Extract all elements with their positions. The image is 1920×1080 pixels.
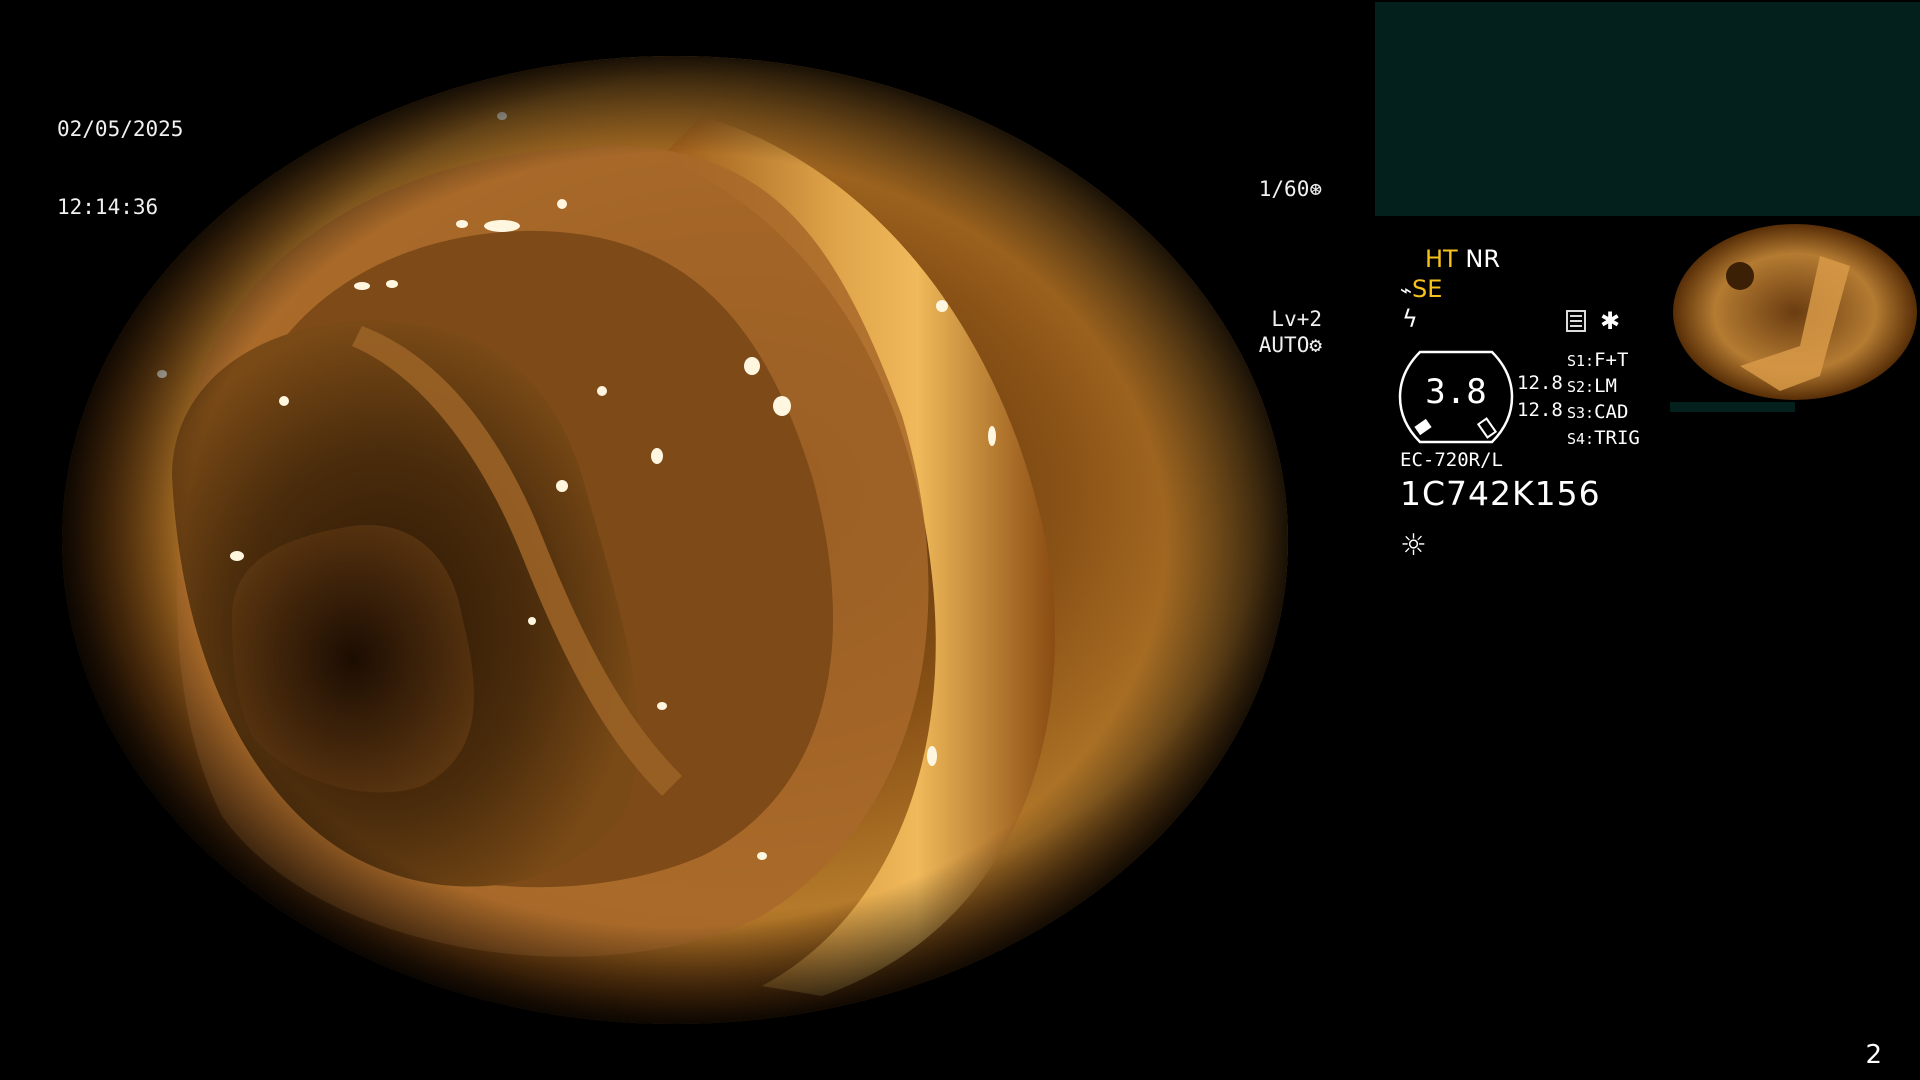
switch-row: S2:LM bbox=[1567, 375, 1617, 397]
scope-serial: 1C742K156 bbox=[1400, 474, 1601, 513]
shutter-row: 1/60⊛ bbox=[1150, 150, 1322, 228]
endoscope-main-view bbox=[62, 56, 1288, 1024]
date-text: 02/05/2025 bbox=[57, 117, 184, 141]
exposure-info: 1/60⊛ Lv+2 AUTO⚙ bbox=[1150, 98, 1322, 410]
aperture-icon: ⊛ bbox=[1309, 177, 1322, 201]
gauge-value-bottom: 12.8 bbox=[1517, 399, 1563, 421]
switch-row: S4:TRIG bbox=[1567, 427, 1640, 449]
lightning-icon: ϟ bbox=[1402, 305, 1418, 333]
time-text: 12:14:36 bbox=[57, 195, 159, 219]
gauge-side-values: 12.8 12.8 bbox=[1517, 371, 1563, 423]
scope-model: EC-720R/L bbox=[1400, 449, 1503, 471]
switch-row: S3:CAD bbox=[1567, 401, 1629, 423]
vignette bbox=[62, 56, 1288, 1024]
timestamp: 02/05/2025 12:14:36 bbox=[57, 64, 183, 246]
gauge-value: 3.8 bbox=[1425, 372, 1487, 412]
shutter-text: 1/60 bbox=[1258, 177, 1310, 201]
se-indicator: SE bbox=[1412, 275, 1443, 303]
nr-indicator: NR bbox=[1465, 245, 1500, 273]
mode-status: HT NR bbox=[1425, 244, 1500, 274]
reference-panel bbox=[1375, 2, 1920, 216]
page-number: 2 bbox=[1865, 1040, 1882, 1070]
gear-icon: ⚙ bbox=[1309, 333, 1322, 357]
level-row: Lv+2 AUTO⚙ bbox=[1150, 280, 1322, 384]
gauge-value-top: 12.8 bbox=[1517, 372, 1563, 394]
level-text: Lv+2 bbox=[1271, 307, 1322, 331]
asterisk-icon: ✱ bbox=[1600, 307, 1621, 335]
thumbnail-image bbox=[1670, 216, 1920, 412]
ht-indicator: HT bbox=[1425, 245, 1458, 273]
pencil-icon: ⌁ bbox=[1400, 278, 1413, 302]
se-status: ⌁SE bbox=[1400, 274, 1442, 305]
switch-row: S1:F+T bbox=[1567, 349, 1629, 371]
sun-icon: ☼ bbox=[1400, 528, 1427, 563]
switch-assignments: S1:F+T S2:LM S3:CAD S4:TRIG bbox=[1567, 348, 1640, 452]
thumbnail-view[interactable] bbox=[1670, 216, 1920, 412]
document-icon bbox=[1566, 310, 1586, 332]
exposure-mode-text: AUTO bbox=[1258, 333, 1310, 357]
colon-lumen-image bbox=[62, 56, 1288, 1024]
